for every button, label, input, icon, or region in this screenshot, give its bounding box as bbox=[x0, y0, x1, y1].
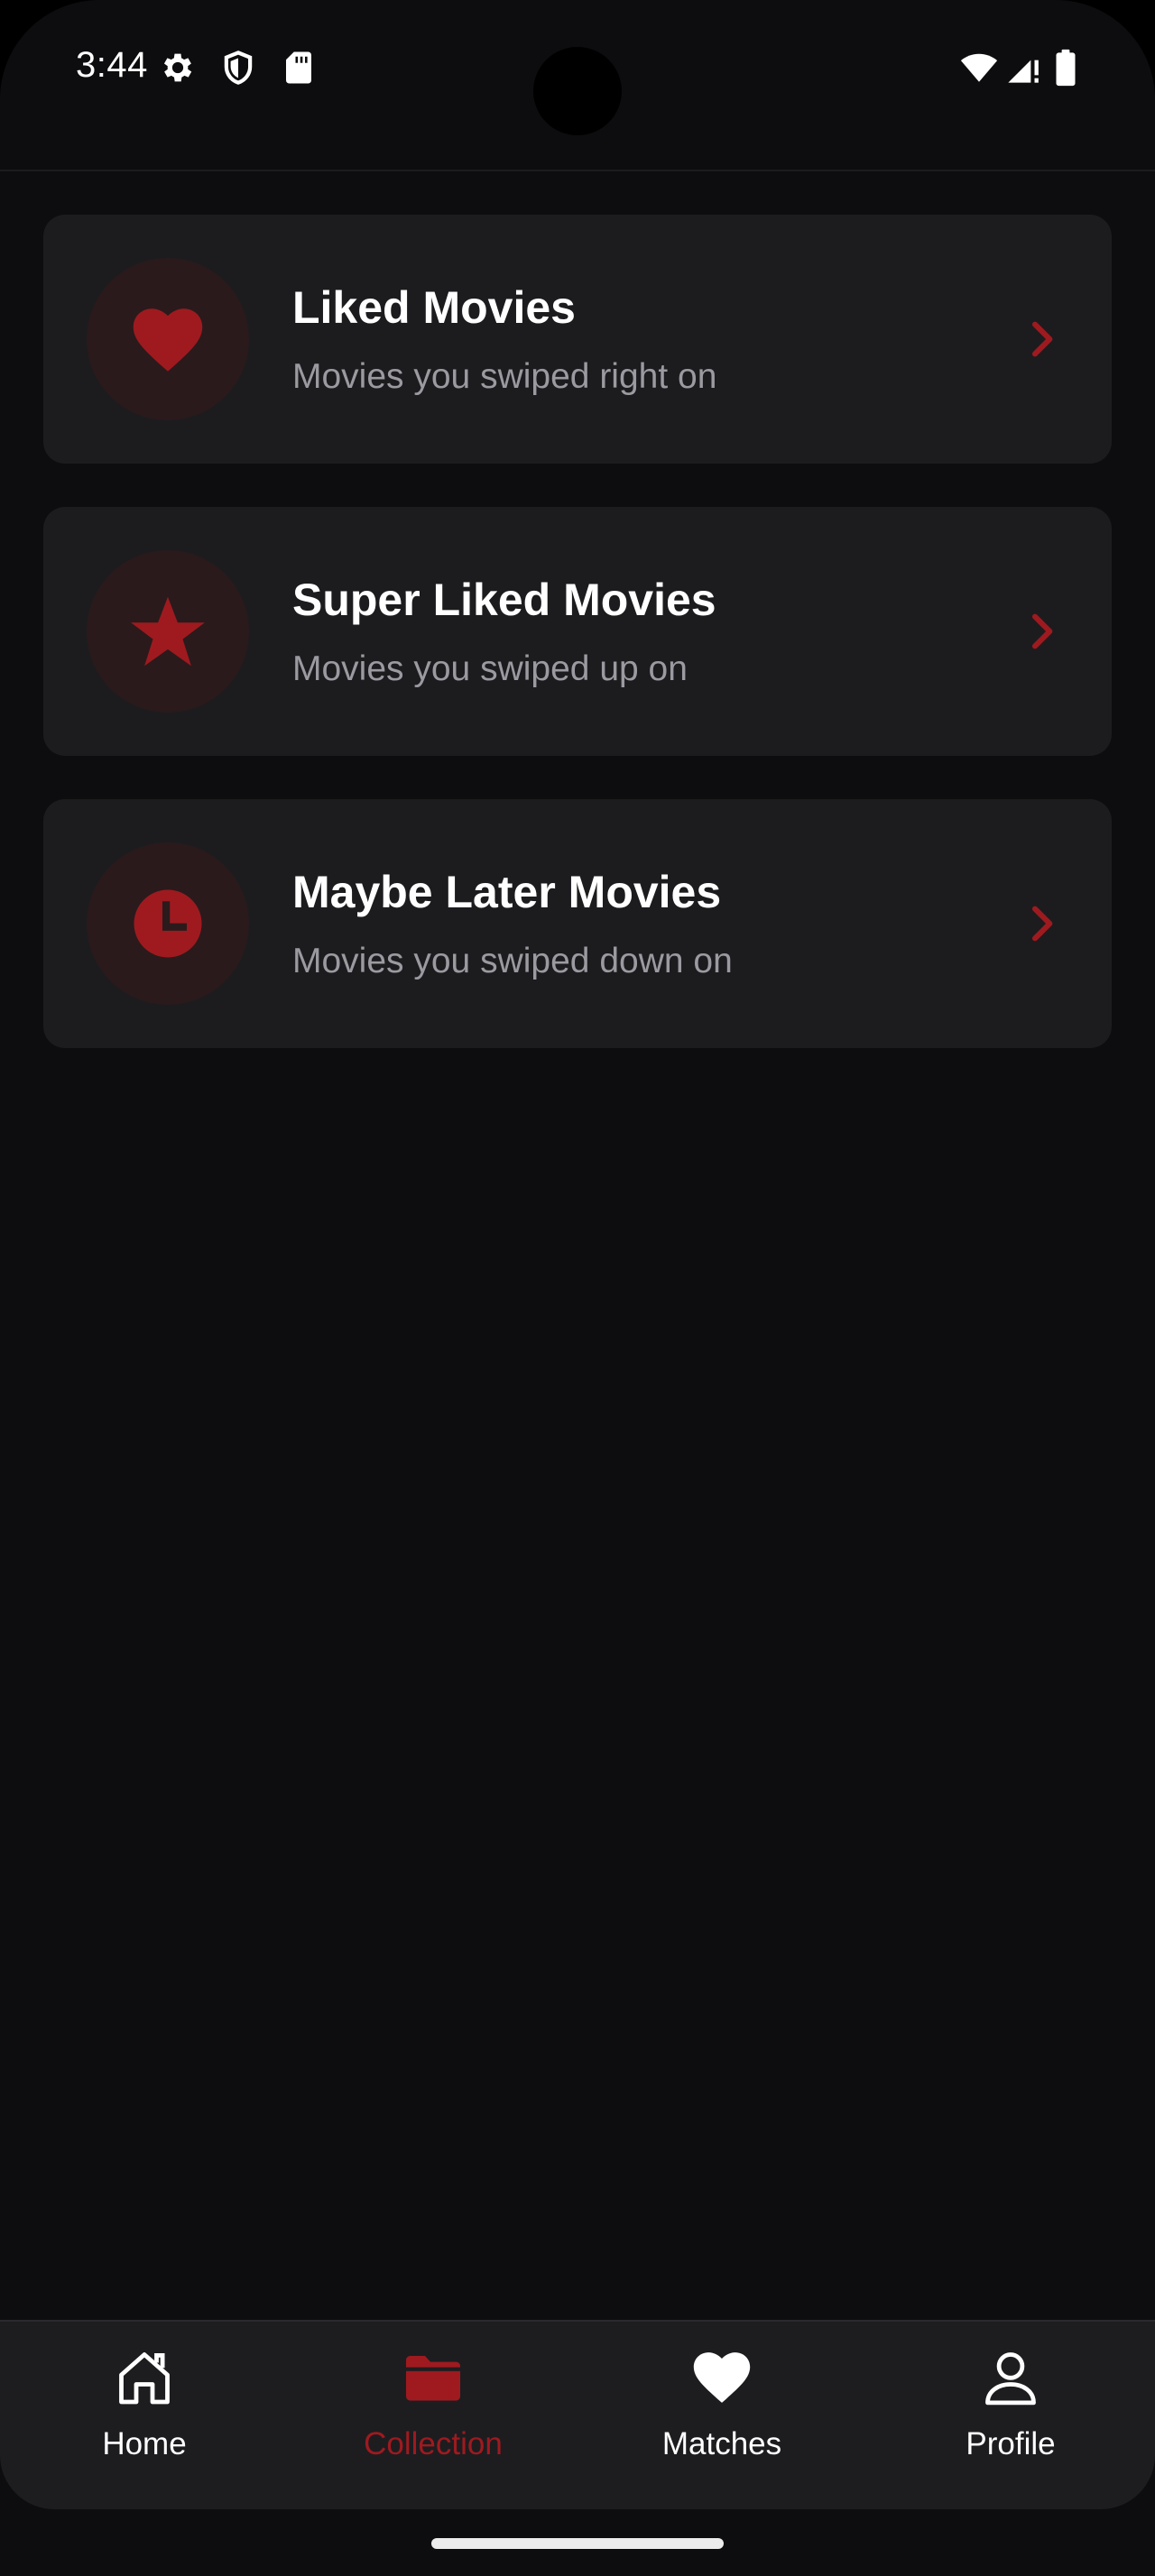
chevron-right-icon bbox=[1031, 906, 1053, 942]
wifi-icon bbox=[958, 49, 1000, 87]
maybe-later-icon-badge bbox=[87, 842, 249, 1005]
card-subtitle: Movies you swiped up on bbox=[292, 649, 688, 688]
app-screen: 3:44 Liked Movies Movies you swiped righ… bbox=[0, 0, 1155, 2576]
heart-icon bbox=[693, 2352, 751, 2403]
liked-icon-badge bbox=[87, 258, 249, 420]
status-bar: 3:44 bbox=[0, 0, 1155, 144]
nav-item-home[interactable]: Home bbox=[0, 2322, 289, 2511]
nav-label-profile: Profile bbox=[966, 2426, 1056, 2461]
header-divider bbox=[0, 170, 1155, 171]
clock-icon bbox=[134, 889, 202, 958]
folder-icon bbox=[406, 2356, 460, 2401]
person-icon bbox=[985, 2352, 1036, 2406]
gesture-home-indicator[interactable] bbox=[431, 2538, 724, 2549]
super-liked-icon-badge bbox=[87, 550, 249, 713]
chevron-right-icon bbox=[1031, 613, 1053, 649]
sd-card-icon bbox=[280, 49, 318, 87]
camera-cutout bbox=[533, 47, 622, 135]
star-icon bbox=[131, 596, 205, 667]
home-icon bbox=[119, 2352, 170, 2405]
heart-icon bbox=[133, 308, 203, 372]
card-subtitle: Movies you swiped down on bbox=[292, 942, 733, 980]
battery-icon bbox=[1054, 49, 1081, 87]
status-time: 3:44 bbox=[76, 45, 148, 85]
nav-label-collection: Collection bbox=[364, 2426, 503, 2461]
nav-label-home: Home bbox=[102, 2426, 187, 2461]
settings-icon bbox=[159, 49, 197, 87]
nav-label-matches: Matches bbox=[661, 2426, 782, 2461]
nav-item-profile[interactable]: Profile bbox=[866, 2322, 1155, 2511]
card-subtitle: Movies you swiped right on bbox=[292, 357, 717, 396]
card-title: Maybe Later Movies bbox=[292, 867, 722, 917]
collection-card-maybe-later[interactable]: Maybe Later Movies Movies you swiped dow… bbox=[43, 799, 1112, 1048]
bottom-navigation: Home Collection Matches Profile bbox=[0, 2320, 1155, 2509]
collection-card-super-liked[interactable]: Super Liked Movies Movies you swiped up … bbox=[43, 507, 1112, 756]
shield-icon bbox=[219, 49, 257, 87]
nav-item-collection[interactable]: Collection bbox=[289, 2322, 578, 2511]
card-title: Super Liked Movies bbox=[292, 575, 716, 625]
chevron-right-icon bbox=[1031, 321, 1053, 357]
cellular-signal-icon bbox=[1005, 49, 1041, 87]
nav-item-matches[interactable]: Matches bbox=[578, 2322, 866, 2511]
collection-card-liked[interactable]: Liked Movies Movies you swiped right on bbox=[43, 215, 1112, 464]
card-title: Liked Movies bbox=[292, 282, 576, 333]
